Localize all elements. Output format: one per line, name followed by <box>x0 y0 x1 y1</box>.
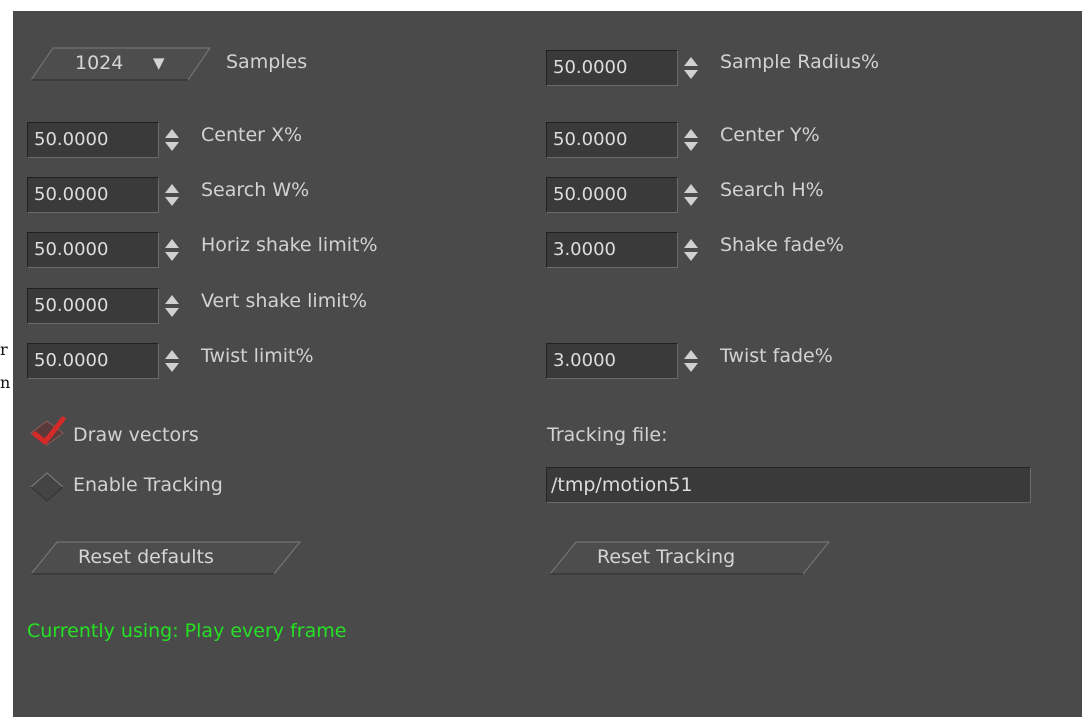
draw-vectors-checkbox[interactable] <box>29 415 69 451</box>
reset-tracking-label: Reset Tracking <box>597 546 736 568</box>
enable-tracking-label: Enable Tracking <box>73 474 223 496</box>
search-h-input[interactable]: 50.0000 <box>546 177 678 213</box>
twist-fade-input[interactable]: 3.0000 <box>546 343 678 379</box>
tracking-file-input[interactable]: /tmp/motion51 <box>546 467 1031 503</box>
horiz-shake-limit-input[interactable]: 50.0000 <box>27 232 159 268</box>
twist-limit-label: Twist limit% <box>201 345 314 367</box>
sample-radius-input[interactable]: 50.0000 <box>546 50 678 86</box>
center-y-input[interactable]: 50.0000 <box>546 122 678 158</box>
sample-radius-label: Sample Radius% <box>720 51 880 73</box>
shake-fade-spinner-icon[interactable] <box>683 237 699 263</box>
edge-fragment-2: n <box>0 373 11 392</box>
search-w-spinner-icon[interactable] <box>164 182 180 208</box>
search-h-spinner-icon[interactable] <box>683 182 699 208</box>
twist-fade-spinner-icon[interactable] <box>683 348 699 374</box>
checkbox-checked-icon <box>30 416 66 446</box>
tracking-file-label: Tracking file: <box>547 424 668 446</box>
samples-label: Samples <box>226 51 308 73</box>
shake-fade-input[interactable]: 3.0000 <box>546 232 678 268</box>
twist-limit-spinner-icon[interactable] <box>164 348 180 374</box>
enable-tracking-checkbox[interactable] <box>29 469 69 505</box>
search-w-label: Search W% <box>201 179 310 201</box>
search-w-input[interactable]: 50.0000 <box>27 177 159 213</box>
reset-defaults-label: Reset defaults <box>78 546 214 568</box>
center-x-spinner-icon[interactable] <box>164 127 180 153</box>
center-y-label: Center Y% <box>720 124 820 146</box>
chevron-down-icon: ▼ <box>153 54 165 72</box>
vert-shake-limit-label: Vert shake limit% <box>201 290 367 312</box>
samples-dropdown[interactable]: 1024 ▼ <box>31 47 211 81</box>
center-y-spinner-icon[interactable] <box>683 127 699 153</box>
checkbox-unchecked-icon <box>30 472 64 502</box>
samples-value: 1024 <box>75 52 124 74</box>
draw-vectors-label: Draw vectors <box>73 424 199 446</box>
center-x-input[interactable]: 50.0000 <box>27 122 159 158</box>
reset-tracking-button[interactable]: Reset Tracking <box>550 541 830 575</box>
edge-fragment-1: r <box>0 340 8 359</box>
motion-settings-panel: 1024 ▼ Samples 50.0000 Sample Radius% 50… <box>13 11 1082 717</box>
center-x-label: Center X% <box>201 124 303 146</box>
vert-shake-limit-spinner-icon[interactable] <box>164 293 180 319</box>
horiz-shake-limit-spinner-icon[interactable] <box>164 237 180 263</box>
horiz-shake-limit-label: Horiz shake limit% <box>201 234 378 256</box>
playback-status-text: Currently using: Play every frame <box>27 620 347 642</box>
reset-defaults-button[interactable]: Reset defaults <box>31 541 301 575</box>
shake-fade-label: Shake fade% <box>720 234 844 256</box>
sample-radius-spinner-icon[interactable] <box>683 55 699 81</box>
search-h-label: Search H% <box>720 179 824 201</box>
twist-limit-input[interactable]: 50.0000 <box>27 343 159 379</box>
vert-shake-limit-input[interactable]: 50.0000 <box>27 288 159 324</box>
twist-fade-label: Twist fade% <box>720 345 833 367</box>
